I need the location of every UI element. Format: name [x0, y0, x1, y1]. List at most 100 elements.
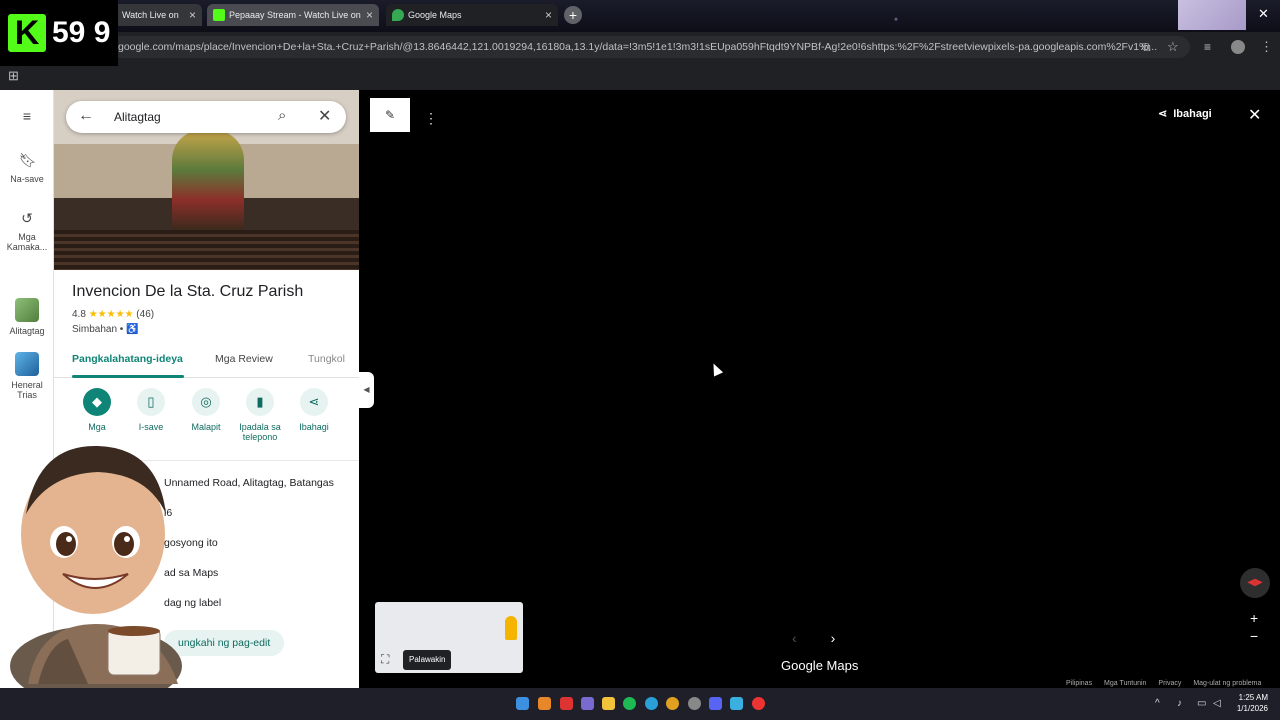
- profile-avatar[interactable]: [1231, 40, 1245, 54]
- media-icon[interactable]: ≡: [1204, 40, 1211, 54]
- edge-icon[interactable]: [645, 697, 658, 710]
- microphone-icon[interactable]: ♪: [1177, 698, 1182, 709]
- streamer-avatar: [10, 445, 182, 688]
- address-bar[interactable]: google.com/maps/place/Invencion+De+la+St…: [110, 36, 1190, 58]
- maps-icon: [392, 9, 404, 21]
- expand-icon[interactable]: ⛶: [381, 652, 389, 667]
- rail-item-saved[interactable]: 🔖︎ Na-save: [0, 152, 54, 184]
- place-thumbnail: [15, 298, 39, 322]
- tray-chevron-icon[interactable]: ^: [1155, 698, 1160, 709]
- send-to-phone-button[interactable]: ▮ Ipadala sa telepono: [230, 388, 290, 442]
- menu-button[interactable]: ≡: [0, 108, 54, 130]
- settings-icon[interactable]: [688, 697, 701, 710]
- next-arrow-icon[interactable]: ›: [831, 630, 836, 646]
- more-options-icon[interactable]: ⋮: [424, 110, 438, 127]
- tab-title: Watch Live on: [122, 10, 179, 20]
- tab-reviews[interactable]: Mga Review: [215, 353, 273, 365]
- close-icon[interactable]: ×: [366, 4, 373, 26]
- zoom-out-icon[interactable]: −: [1250, 628, 1258, 644]
- discord-icon[interactable]: [709, 697, 722, 710]
- install-icon[interactable]: ⧉: [1142, 40, 1151, 55]
- zoom-in-icon[interactable]: +: [1250, 610, 1258, 626]
- file-explorer-icon[interactable]: [602, 697, 615, 710]
- save-button[interactable]: ▯ I-save: [121, 388, 181, 432]
- app-icon[interactable]: [752, 697, 765, 710]
- action-label: Mga: [88, 422, 106, 432]
- tab-title: Pepaaay Stream - Watch Live on: [229, 10, 361, 20]
- rating-row[interactable]: 4.8 ★★★★★ (46): [72, 309, 154, 320]
- tab-title: Google Maps: [408, 10, 462, 20]
- pegman-icon[interactable]: [505, 616, 517, 640]
- compass-icon[interactable]: ◀▶: [1240, 568, 1270, 598]
- chrome-icon[interactable]: [666, 697, 679, 710]
- network-icon[interactable]: ▭: [1197, 698, 1206, 709]
- app-icon[interactable]: [560, 697, 573, 710]
- browser-tab-kick-2[interactable]: Pepaaay Stream - Watch Live on ×: [207, 4, 379, 26]
- clock-time: 1:25 AM: [1238, 693, 1268, 702]
- bookmark-icon: ▯: [137, 388, 165, 416]
- footer-report-link[interactable]: Mag-ulat ng problema: [1193, 680, 1261, 687]
- browser-tab-maps[interactable]: Google Maps ×: [386, 4, 558, 26]
- nearby-button[interactable]: ◎ Malapit: [176, 388, 236, 432]
- action-label: Ibahagi: [299, 422, 329, 432]
- clock-date: 1/1/2026: [1236, 704, 1268, 713]
- clear-search-icon[interactable]: ✕: [318, 106, 331, 126]
- rail-item-alitagtag[interactable]: Alitagtag: [0, 298, 54, 336]
- search-input[interactable]: Alitagtag: [114, 101, 161, 133]
- rail-item-heneral-trias[interactable]: Heneral Trias: [0, 352, 54, 400]
- action-label: Ipadala sa telepono: [239, 422, 281, 442]
- pews-image: [54, 230, 359, 270]
- search-box[interactable]: ← Alitagtag ⌕ ✕: [66, 101, 346, 133]
- spotify-icon[interactable]: [623, 697, 636, 710]
- action-label: I-save: [138, 422, 164, 432]
- rail-item-recent[interactable]: ↺ Mga Kamaka...: [0, 210, 54, 252]
- bookmark-bar: [0, 62, 1280, 90]
- app-icon[interactable]: [538, 697, 551, 710]
- close-icon[interactable]: ×: [189, 4, 196, 26]
- close-streetview-button[interactable]: ✕: [1248, 105, 1261, 125]
- taskbar-clock[interactable]: 1:25 AM 1/1/2026: [1228, 692, 1268, 714]
- action-label: Malapit: [191, 422, 221, 432]
- search-icon[interactable]: ⌕: [278, 107, 286, 124]
- previous-arrow-icon[interactable]: ‹: [792, 630, 797, 646]
- directions-button[interactable]: ◆ Mga: [67, 388, 127, 432]
- review-count[interactable]: (46): [136, 309, 154, 320]
- footer-terms-link[interactable]: Mga Tuntunin: [1104, 680, 1146, 687]
- history-icon: ↺: [21, 210, 33, 226]
- windows-start-icon[interactable]: [516, 697, 529, 710]
- kebab-menu-icon[interactable]: ⋮: [1260, 39, 1273, 55]
- edit-button[interactable]: ✎: [370, 98, 410, 132]
- apps-grid-icon[interactable]: ⊞: [8, 68, 19, 84]
- app-icon[interactable]: [581, 697, 594, 710]
- viewer-counter: 59 9: [52, 16, 111, 49]
- expand-tooltip: Palawakin: [403, 650, 452, 670]
- place-thumbnail: [15, 352, 39, 376]
- image-navigation: ‹ ›: [792, 630, 835, 646]
- place-category[interactable]: Simbahan •: [72, 324, 123, 335]
- minimap[interactable]: ⛶ Palawakin: [375, 602, 523, 673]
- tab-about[interactable]: Tungkol: [308, 353, 345, 365]
- close-icon[interactable]: ×: [545, 4, 552, 26]
- back-arrow-icon[interactable]: ←: [78, 107, 94, 125]
- streetview-share-button[interactable]: ⋖ Ibahagi: [1158, 107, 1212, 120]
- menu-icon: ≡: [22, 108, 32, 124]
- place-category-row: Simbahan • ♿: [72, 324, 139, 335]
- kick-icon: [213, 9, 225, 21]
- footer-country: Pilipinas: [1066, 680, 1093, 687]
- app-icon[interactable]: [730, 697, 743, 710]
- share-button[interactable]: ⋖ Ibahagi: [284, 388, 344, 432]
- collapse-panel-button[interactable]: ◀: [359, 372, 374, 408]
- share-icon: ⋖: [300, 388, 328, 416]
- footer-privacy-link[interactable]: Privacy: [1158, 680, 1181, 687]
- directions-icon: ◆: [83, 388, 111, 416]
- altar-image: [172, 130, 244, 230]
- volume-icon[interactable]: ◁: [1213, 698, 1221, 709]
- window-close-icon[interactable]: ✕: [1258, 6, 1269, 22]
- tab-overview[interactable]: Pangkalahatang-ideya: [72, 353, 183, 365]
- rail-item-label: Mga Kamaka...: [6, 232, 48, 252]
- nearby-icon: ◎: [192, 388, 220, 416]
- taskbar: [0, 688, 1280, 720]
- new-tab-button[interactable]: +: [564, 6, 582, 24]
- star-icon[interactable]: ☆: [1167, 39, 1179, 55]
- active-tab-indicator: [72, 375, 184, 378]
